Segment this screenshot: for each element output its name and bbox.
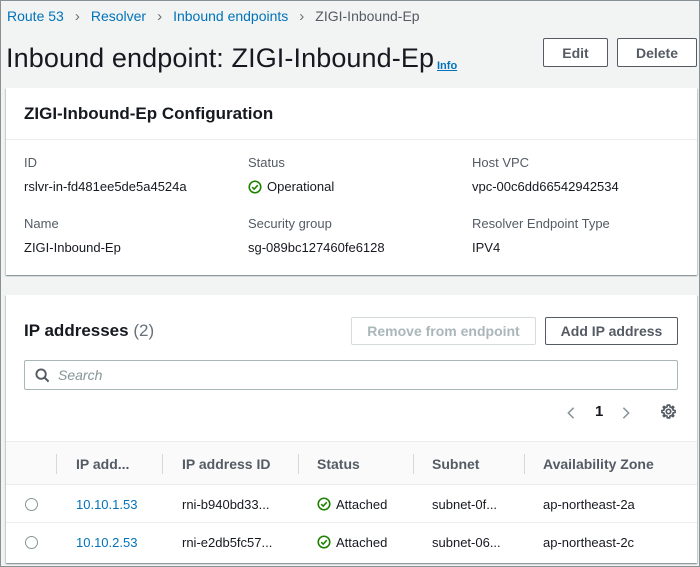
ip-addresses-title: IP addresses (2): [24, 321, 154, 341]
column-divider: [298, 454, 299, 474]
id-value: rslvr-in-fd481ee5de5a4524a: [24, 179, 187, 194]
column-status[interactable]: Status: [317, 442, 360, 486]
row-radio[interactable]: [25, 523, 38, 561]
breadcrumb-inbound-endpoints[interactable]: Inbound endpoints: [173, 8, 288, 24]
row-availability-zone: ap-northeast-2a: [543, 496, 635, 512]
chevron-right-icon: ›: [74, 7, 80, 25]
chevron-right-icon[interactable]: [621, 406, 631, 420]
row-status-text: Attached: [336, 534, 388, 550]
breadcrumb-resolver[interactable]: Resolver: [91, 8, 146, 24]
column-divider: [56, 454, 57, 474]
status-label: Status: [248, 155, 285, 170]
row-radio[interactable]: [25, 485, 38, 523]
host-vpc-field: Host VPC vpc-00c6dd66542942534: [472, 155, 619, 194]
chevron-right-icon: ›: [299, 7, 305, 25]
status-value-row: Operational: [248, 179, 334, 194]
check-circle-icon: [248, 179, 262, 194]
ip-address-link[interactable]: 10.10.2.53: [76, 535, 137, 550]
endpoint-type-value: IPV4: [472, 240, 501, 255]
delete-button[interactable]: Delete: [617, 38, 697, 67]
endpoint-type-label: Resolver Endpoint Type: [472, 216, 610, 231]
breadcrumb-current: ZIGI-Inbound-Ep: [315, 8, 420, 24]
radio-icon[interactable]: [25, 535, 38, 549]
row-status: Attached: [317, 485, 387, 523]
security-group-label: Security group: [248, 216, 332, 231]
row-subnet: subnet-0f...: [432, 496, 498, 512]
configuration-title: ZIGI-Inbound-Ep Configuration: [24, 104, 274, 123]
info-link[interactable]: Info: [437, 60, 457, 72]
radio-icon[interactable]: [25, 497, 38, 511]
row-availability-zone: ap-northeast-2c: [543, 534, 635, 550]
chevron-left-icon[interactable]: [566, 406, 576, 420]
column-divider: [413, 454, 414, 474]
ip-addresses-heading: IP addresses: [24, 321, 129, 340]
column-ip-address[interactable]: IP add...: [76, 442, 129, 486]
ip-address-id: rni-e2db5fc57...: [182, 534, 273, 550]
configuration-header: ZIGI-Inbound-Ep Configuration: [6, 88, 697, 140]
host-vpc-label: Host VPC: [472, 155, 530, 170]
row-status: Attached: [317, 523, 387, 561]
add-ip-address-button[interactable]: Add IP address: [545, 317, 678, 345]
chevron-right-icon: ›: [157, 7, 163, 25]
status-field: Status Operational: [248, 155, 334, 194]
edit-button[interactable]: Edit: [543, 38, 608, 67]
column-ip-address-id[interactable]: IP address ID: [182, 442, 270, 486]
name-value: ZIGI-Inbound-Ep: [24, 240, 121, 255]
endpoint-type-field: Resolver Endpoint Type IPV4: [472, 216, 610, 255]
page-title: Inbound endpoint: ZIGI-Inbound-Ep: [6, 43, 435, 73]
column-subnet[interactable]: Subnet: [432, 442, 479, 486]
search-icon: [35, 367, 50, 382]
configuration-panel: ZIGI-Inbound-Ep Configuration ID rslvr-i…: [6, 88, 697, 275]
ip-address-link[interactable]: 10.10.1.53: [76, 497, 137, 512]
host-vpc-value: vpc-00c6dd66542942534: [472, 179, 619, 194]
search-box: [24, 360, 678, 390]
name-label: Name: [24, 216, 59, 231]
security-group-value: sg-089bc127460fe6128: [248, 240, 385, 255]
search-input[interactable]: [58, 367, 618, 383]
id-label: ID: [24, 155, 37, 170]
table-header: IP add... IP address ID Status Subnet Av…: [6, 441, 697, 485]
page-number[interactable]: 1: [595, 403, 603, 420]
ip-addresses-count: (2): [133, 321, 155, 340]
row-status-text: Attached: [336, 496, 388, 512]
check-circle-icon: [317, 535, 331, 549]
remove-from-endpoint-button[interactable]: Remove from endpoint: [351, 317, 536, 345]
id-field: ID rslvr-in-fd481ee5de5a4524a: [24, 155, 187, 194]
ip-addresses-panel: IP addresses (2) Remove from endpoint Ad…: [6, 295, 697, 563]
column-availability-zone[interactable]: Availability Zone: [543, 442, 654, 486]
check-circle-icon: [317, 497, 331, 511]
column-divider: [524, 454, 525, 474]
ip-address-id: rni-b940bd33...: [182, 496, 270, 512]
security-group-field: Security group sg-089bc127460fe6128: [248, 216, 385, 255]
status-value: Operational: [267, 179, 335, 194]
gear-icon[interactable]: [660, 403, 677, 420]
breadcrumb-route53[interactable]: Route 53: [7, 8, 64, 24]
row-subnet: subnet-06...: [432, 534, 501, 550]
table-row[interactable]: 10.10.2.53 rni-e2db5fc57... Attached sub…: [6, 523, 697, 561]
column-divider: [162, 454, 163, 474]
breadcrumb: Route 53 › Resolver › Inbound endpoints …: [7, 6, 420, 26]
table-row[interactable]: 10.10.1.53 rni-b940bd33... Attached subn…: [6, 485, 697, 523]
name-field: Name ZIGI-Inbound-Ep: [24, 216, 121, 255]
